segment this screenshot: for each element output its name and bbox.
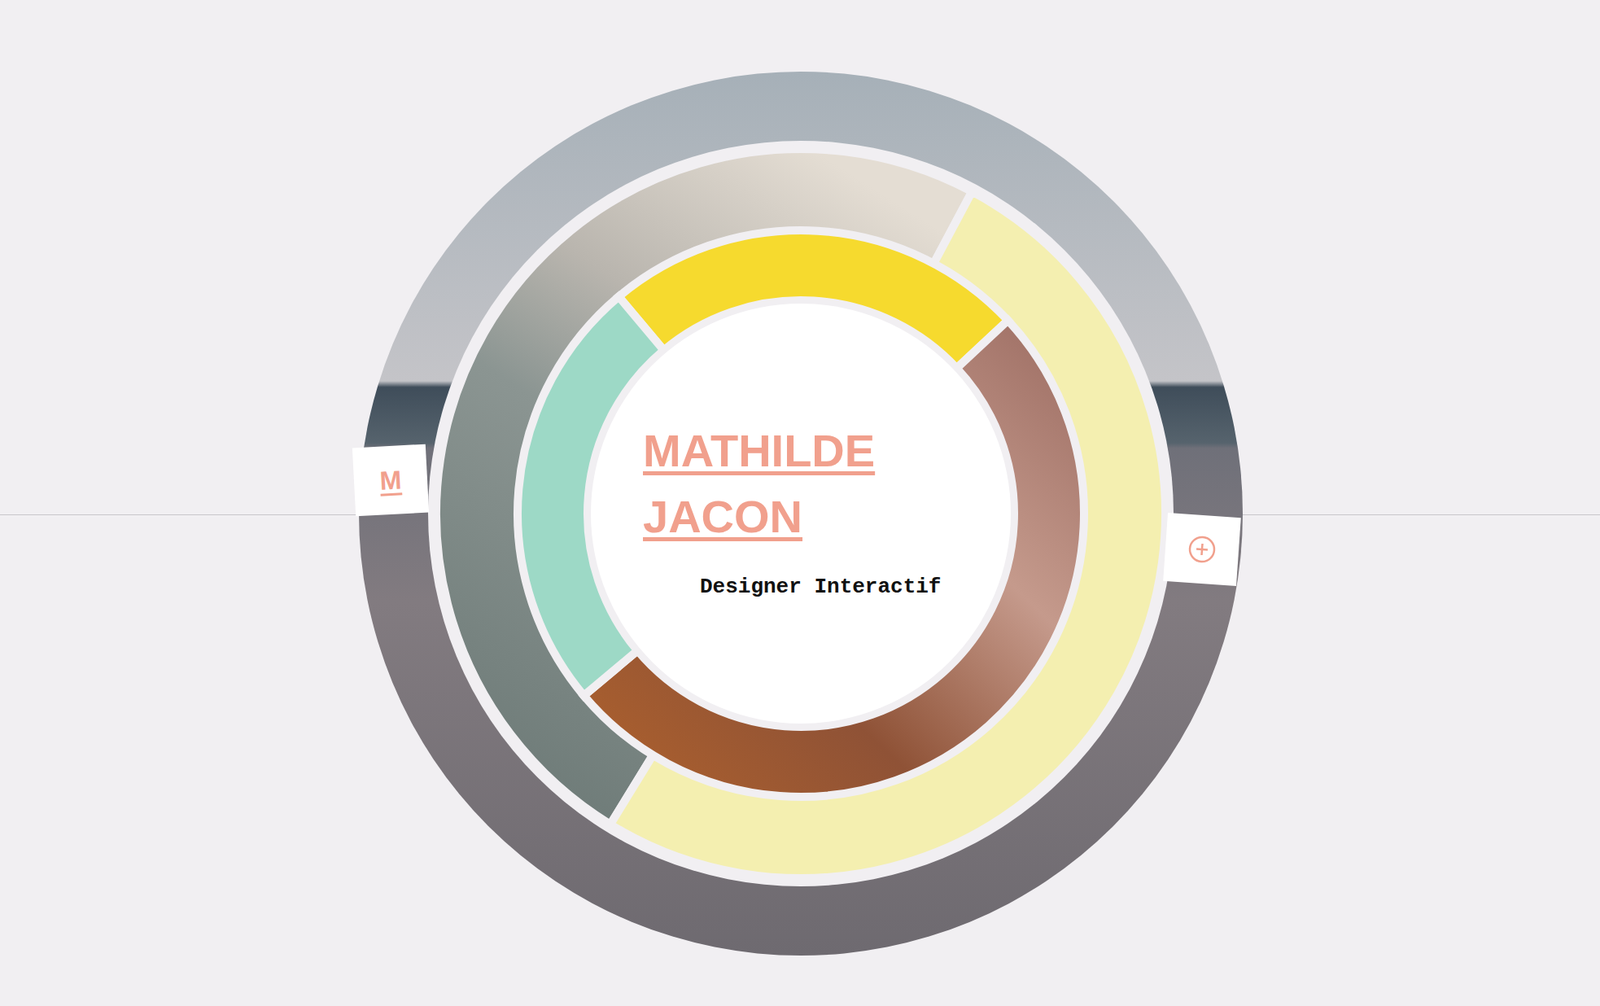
stage: MATHILDEJACON Designer Interactif M (0, 0, 1600, 1006)
more-button[interactable] (1162, 512, 1242, 586)
role: Designer Interactif (642, 573, 941, 600)
plus-circle-icon (1187, 534, 1217, 564)
page: MATHILDEJACON Designer Interactif M (0, 0, 1600, 1006)
name-line: JACON (642, 483, 803, 550)
profile-circle: MATHILDEJACON Designer Interactif M (358, 71, 1243, 956)
menu-tab[interactable]: M (352, 444, 429, 517)
name-line: MATHILDE (642, 417, 875, 484)
outer-photo-ring (358, 71, 1243, 956)
center-disc (590, 303, 1011, 724)
name-link[interactable]: MATHILDEJACON (642, 417, 941, 550)
identity: MATHILDEJACON Designer Interactif (642, 417, 941, 600)
ring-gap (428, 140, 1174, 887)
